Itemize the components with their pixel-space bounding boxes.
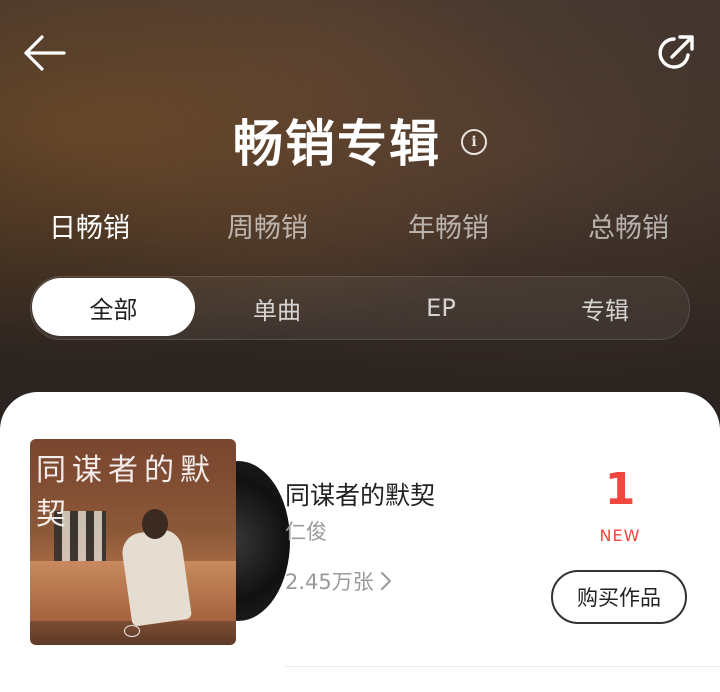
filter-all[interactable]: 全部 <box>32 278 195 336</box>
period-tabs: 日畅销 周畅销 年畅销 总畅销 <box>0 206 720 250</box>
row-divider <box>285 666 720 667</box>
info-icon[interactable]: i <box>461 129 487 155</box>
tab-weekly[interactable]: 周畅销 <box>227 206 308 245</box>
cover-art: 同谋者的默契 <box>30 439 236 645</box>
album-artist[interactable]: 仁俊 <box>285 516 327 546</box>
filter-ep[interactable]: EP <box>361 277 521 339</box>
tab-total[interactable]: 总畅销 <box>588 206 669 245</box>
tab-yearly[interactable]: 年畅销 <box>408 206 489 245</box>
label-logo <box>124 625 140 637</box>
rank-number: 1 <box>604 464 636 515</box>
arrow-left-icon <box>24 35 66 71</box>
share-icon <box>658 35 694 69</box>
cover-title-art: 同谋者的默契 <box>36 453 216 532</box>
sales-count: 2.45万张 <box>285 570 374 594</box>
album-cover[interactable]: 同谋者的默契 <box>30 439 290 649</box>
filter-single[interactable]: 单曲 <box>197 277 357 339</box>
type-filter: 全部 单曲 EP 专辑 <box>30 276 690 340</box>
buy-button[interactable]: 购买作品 <box>551 570 687 624</box>
share-button[interactable] <box>652 30 700 76</box>
tab-daily[interactable]: 日畅销 <box>49 206 130 245</box>
new-badge: NEW <box>599 526 641 545</box>
page-title: 畅销专辑 <box>233 115 441 173</box>
filter-album[interactable]: 专辑 <box>525 277 685 339</box>
page-header: 畅销专辑 i <box>0 108 720 173</box>
back-button[interactable] <box>20 32 68 74</box>
sales-link[interactable]: 2.45万张 <box>285 566 392 596</box>
album-title[interactable]: 同谋者的默契 <box>285 476 435 512</box>
album-list: 同谋者的默契 同谋者的默契 仁俊 2.45万张 1 NEW 购买作品 <box>0 392 720 692</box>
chevron-right-icon <box>380 572 391 590</box>
